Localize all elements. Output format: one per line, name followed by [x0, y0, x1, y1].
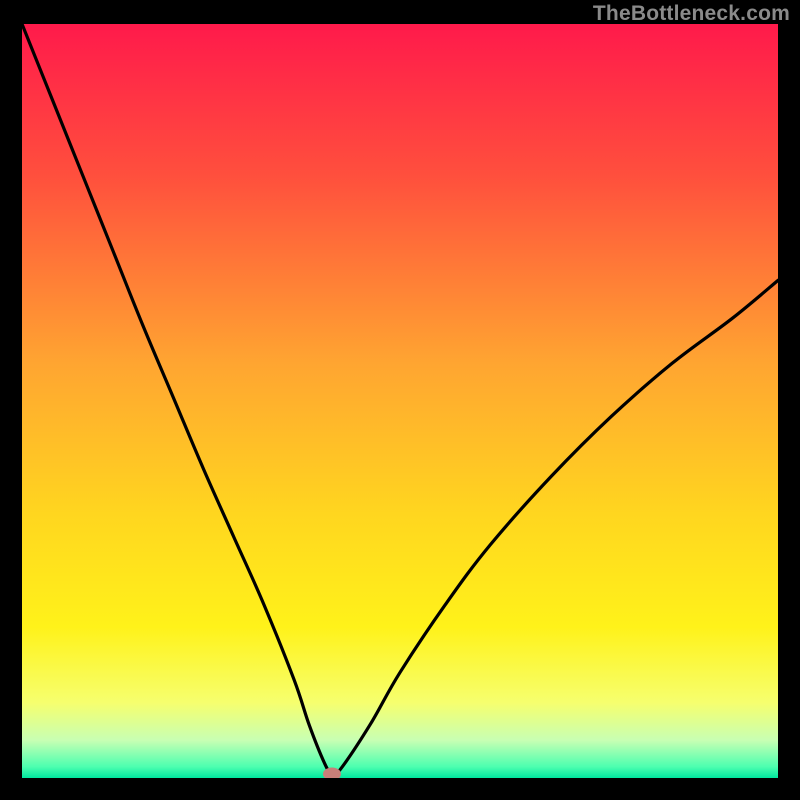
chart-frame: TheBottleneck.com: [0, 0, 800, 800]
bottleneck-curve: [22, 24, 778, 778]
plot-area: [22, 24, 778, 778]
optimal-point-marker: [323, 768, 341, 778]
watermark-text: TheBottleneck.com: [593, 2, 790, 26]
